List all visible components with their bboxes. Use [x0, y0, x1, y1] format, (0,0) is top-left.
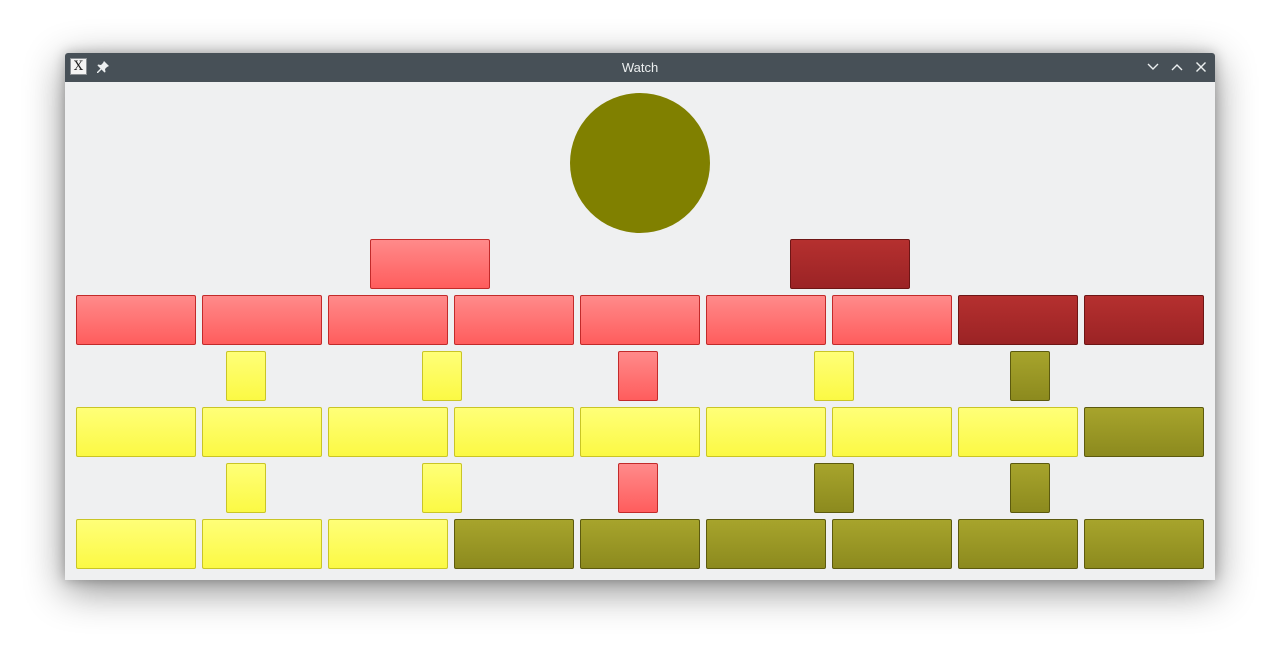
- minute-lamp: [706, 519, 826, 569]
- window-title: Watch: [621, 60, 659, 75]
- minute-lamp: [1084, 519, 1204, 569]
- minute-lamp: [454, 519, 574, 569]
- minute-lamp: [76, 407, 196, 457]
- marker-lamp: [618, 463, 658, 513]
- marker-lamp: [814, 351, 854, 401]
- chevron-up-icon[interactable]: [1169, 59, 1185, 75]
- chevron-down-icon[interactable]: [1145, 59, 1161, 75]
- one-hour-lamp: [706, 295, 826, 345]
- watch-window: X Watch: [65, 53, 1215, 580]
- one-hour-lamp: [1084, 295, 1204, 345]
- minute-lamp: [454, 407, 574, 457]
- minute-lamp: [580, 519, 700, 569]
- marker-lamp: [814, 463, 854, 513]
- minute-lamp: [202, 519, 322, 569]
- marker-lamp: [422, 463, 462, 513]
- one-hour-lamp: [832, 295, 952, 345]
- close-icon[interactable]: [1193, 59, 1209, 75]
- one-hour-lamp: [76, 295, 196, 345]
- marker-lamp: [618, 351, 658, 401]
- minute-lamp: [832, 407, 952, 457]
- one-hour-lamp: [958, 295, 1078, 345]
- minute-lamp: [202, 407, 322, 457]
- five-hours-lamp: [370, 239, 490, 289]
- title-bar[interactable]: X Watch: [65, 53, 1215, 82]
- one-hour-lamp: [328, 295, 448, 345]
- minute-lamp: [328, 407, 448, 457]
- minute-lamp: [328, 519, 448, 569]
- marker-lamp: [226, 463, 266, 513]
- five-hours-lamp: [790, 239, 910, 289]
- watch-face: [65, 82, 1215, 580]
- minute-lamp: [832, 519, 952, 569]
- minute-lamp: [1084, 407, 1204, 457]
- minute-lamp: [706, 407, 826, 457]
- minute-lamp: [76, 519, 196, 569]
- one-hour-lamp: [580, 295, 700, 345]
- minute-lamp: [958, 407, 1078, 457]
- marker-lamp: [422, 351, 462, 401]
- one-hour-lamp: [454, 295, 574, 345]
- one-hour-lamp: [202, 295, 322, 345]
- minute-lamp: [580, 407, 700, 457]
- marker-lamp: [1010, 463, 1050, 513]
- minute-lamp: [958, 519, 1078, 569]
- marker-lamp: [226, 351, 266, 401]
- marker-lamp: [1010, 351, 1050, 401]
- seconds-indicator: [570, 93, 710, 233]
